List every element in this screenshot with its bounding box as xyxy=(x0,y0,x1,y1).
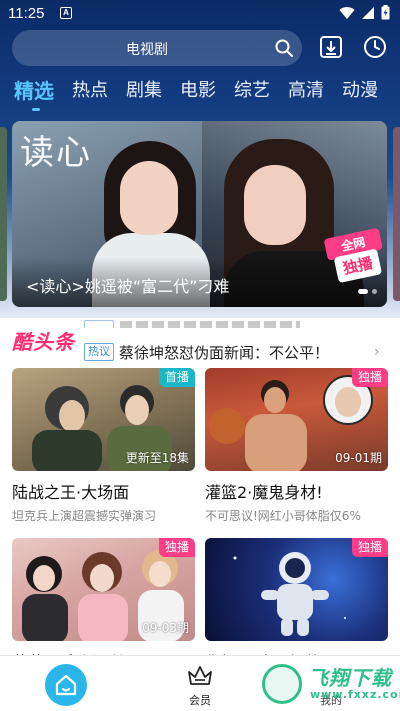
status-time: 11:25 xyxy=(8,5,45,22)
home-tab[interactable] xyxy=(45,664,87,706)
video-tag: 独播 xyxy=(158,538,195,557)
download-icon[interactable] xyxy=(319,35,343,59)
tab-anime[interactable]: 动漫 xyxy=(342,78,378,112)
carousel-indicator xyxy=(358,289,377,294)
episode-info: 09-03期 xyxy=(142,621,189,635)
video-title[interactable]: 陆战之王·大场面 xyxy=(12,479,195,503)
search-row: 电视剧 xyxy=(12,30,392,66)
banner-show-logo: 读心 xyxy=(20,133,92,173)
video-card[interactable]: 独播 你好AI·人工智能 xyxy=(205,538,388,673)
tab-movies[interactable]: 电影 xyxy=(180,78,216,112)
banner-person-2-face xyxy=(244,165,306,245)
category-tabs: 精选 热点 剧集 电影 综艺 高清 动漫 xyxy=(14,78,396,112)
video-subtitle: 坦克兵上演超震撼实弹演习 xyxy=(12,509,157,523)
banner-next-peek[interactable] xyxy=(393,127,400,301)
vip-tab[interactable]: 会员 xyxy=(180,662,220,708)
video-subtitle: 不可思议!网红小哥体脂仅6% xyxy=(205,509,361,523)
watermark-logo-icon xyxy=(262,664,302,704)
video-card[interactable]: 首播 更新至18集 陆战之王·大场面 坦克兵上演超震撼实弹演习 xyxy=(12,368,195,524)
video-thumbnail[interactable]: 独播 09-03期 xyxy=(12,538,195,641)
watermark-url: www.fxxz.com xyxy=(310,688,400,701)
video-thumbnail[interactable]: 首播 更新至18集 xyxy=(12,368,195,471)
search-icon[interactable] xyxy=(274,38,294,58)
search-placeholder: 电视剧 xyxy=(126,42,168,58)
video-card[interactable]: 独播 09-01期 灌篮2·魔鬼身材! 不可思议!网红小哥体脂仅6% xyxy=(205,368,388,524)
watermark-text: 飞翔下载 xyxy=(308,666,392,690)
video-tag: 独播 xyxy=(351,368,388,387)
search-input[interactable]: 电视剧 xyxy=(12,30,302,66)
video-tag: 独播 xyxy=(351,538,388,557)
battery-icon xyxy=(381,5,390,20)
cool-headline-logo: 酷头条 xyxy=(12,330,75,354)
carousel-dot-active xyxy=(358,289,368,294)
notification-icon: A xyxy=(60,7,72,19)
video-tag: 首播 xyxy=(158,368,195,387)
tab-hot[interactable]: 热点 xyxy=(72,78,108,112)
video-thumbnail[interactable]: 独播 09-01期 xyxy=(205,368,388,471)
episode-info: 09-01期 xyxy=(335,451,382,465)
video-card[interactable]: 独播 09-03期 花花2·秀头福利 xyxy=(12,538,195,673)
banner-carousel[interactable]: 读心 <读心>姚遥被“富二代”刁难 全网 独播 xyxy=(12,121,387,307)
ticker-previous-item xyxy=(84,320,304,328)
chevron-right-icon[interactable]: › xyxy=(374,344,380,360)
banner-caption: <读心>姚遥被“富二代”刁难 xyxy=(26,277,230,296)
banner-prev-peek[interactable] xyxy=(0,127,7,301)
status-icons xyxy=(339,5,390,20)
hot-topic-tag: 热议 xyxy=(84,343,114,361)
wifi-icon xyxy=(339,6,355,19)
banner-person-1-face xyxy=(120,161,178,235)
site-watermark: 飞翔下载 www.fxxz.com xyxy=(262,662,400,706)
video-title[interactable]: 灌篮2·魔鬼身材! xyxy=(205,479,388,503)
status-bar: 11:25 A xyxy=(0,0,400,28)
headline-text[interactable]: 蔡徐坤怒怼伪面新闻：不公平！ xyxy=(119,342,329,363)
tab-variety[interactable]: 综艺 xyxy=(234,78,270,112)
carousel-dot xyxy=(372,289,377,294)
vip-tab-label: 会员 xyxy=(189,694,211,707)
tab-series[interactable]: 剧集 xyxy=(126,78,162,112)
video-thumbnail[interactable]: 独播 xyxy=(205,538,388,641)
crown-icon xyxy=(188,666,212,685)
signal-icon xyxy=(362,6,374,19)
tab-featured[interactable]: 精选 xyxy=(14,78,54,112)
tab-hd[interactable]: 高清 xyxy=(288,78,324,112)
headline-ticker[interactable]: 酷头条 热议 蔡徐坤怒怼伪面新闻：不公平！ › xyxy=(0,318,400,366)
episode-info: 更新至18集 xyxy=(125,451,189,465)
home-icon xyxy=(55,674,77,696)
history-icon[interactable] xyxy=(363,35,387,59)
